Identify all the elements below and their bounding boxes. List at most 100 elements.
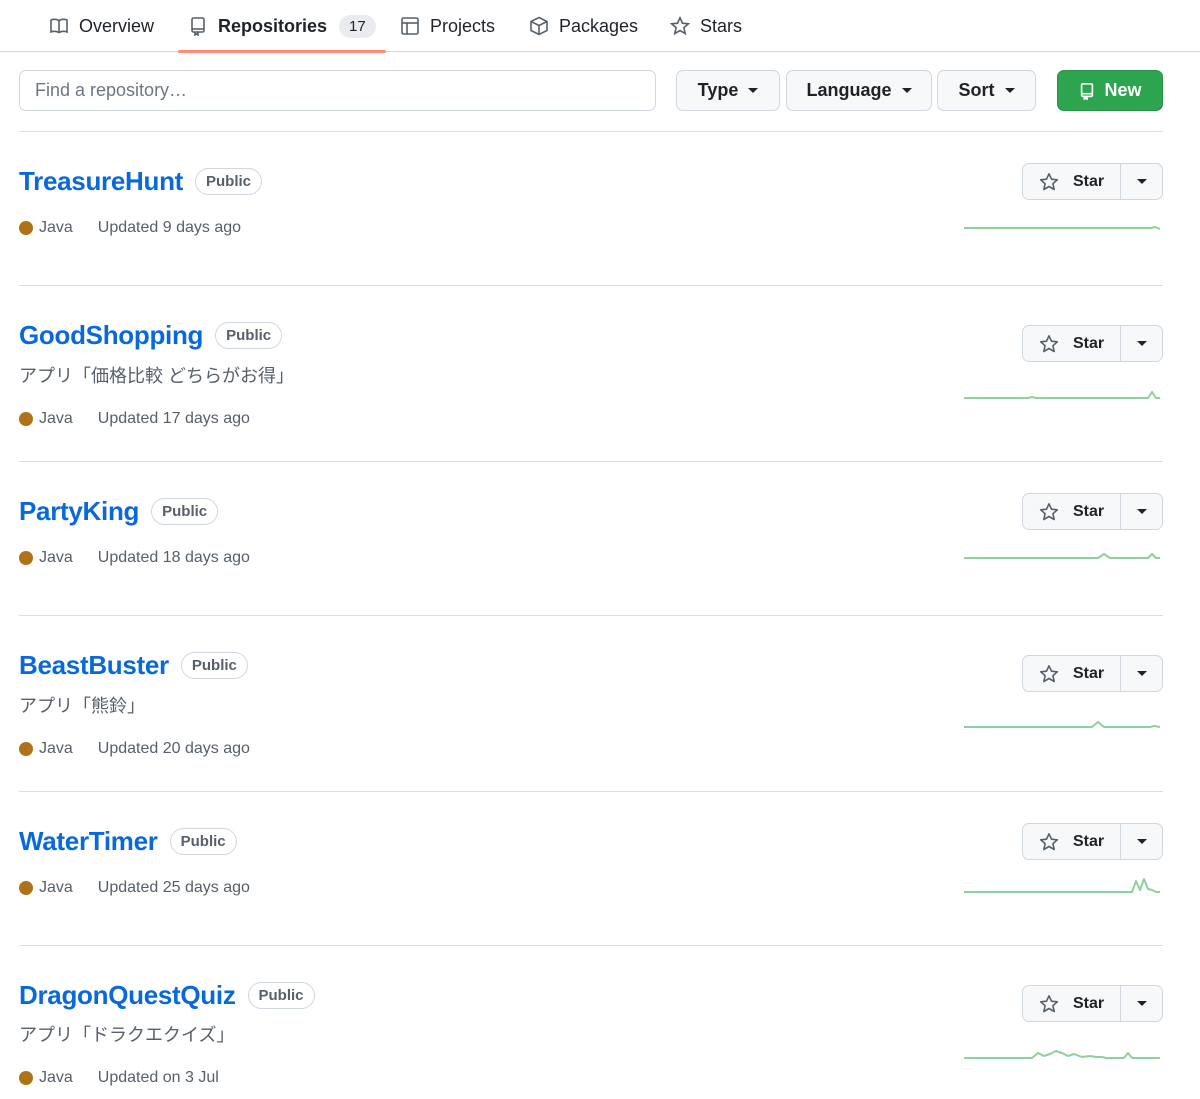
divider <box>19 615 1163 616</box>
divider <box>19 791 1163 792</box>
visibility-badge: Public <box>180 652 248 679</box>
star-list-dropdown-button[interactable] <box>1121 824 1162 859</box>
star-label: Star <box>1072 664 1105 682</box>
star-list-dropdown-button[interactable] <box>1121 326 1162 361</box>
repo-name-link[interactable]: TreasureHunt <box>19 166 183 197</box>
activity-sparkline <box>964 226 1161 230</box>
caret-down-icon <box>1136 839 1147 844</box>
language-color-dot <box>19 881 33 895</box>
caret-down-icon <box>1136 1001 1147 1006</box>
activity-sparkline <box>964 878 1160 893</box>
language-color-dot <box>19 742 33 756</box>
star-button-group: Star <box>1022 985 1163 1022</box>
repo-name-link[interactable]: WaterTimer <box>19 826 158 857</box>
language-color-dot <box>19 412 33 426</box>
divider <box>19 461 1163 462</box>
star-button-group: Star <box>1022 823 1163 860</box>
language-name: Java <box>39 1069 73 1086</box>
activity-sparkline <box>964 1050 1160 1059</box>
visibility-badge: Public <box>195 168 263 195</box>
repo-title-row: BeastBuster Public <box>19 650 248 681</box>
language-name: Java <box>39 549 73 566</box>
star-icon <box>1039 994 1059 1012</box>
repo-description: アプリ「ドラクエクイズ」 <box>19 1025 235 1045</box>
new-repository-button[interactable]: New <box>1057 70 1163 111</box>
new-button-label: New <box>1104 80 1142 100</box>
repo-name-link[interactable]: PartyKing <box>19 496 139 527</box>
star-label: Star <box>1072 502 1105 520</box>
star-button[interactable]: Star <box>1023 986 1121 1021</box>
language-filter-label: Language <box>806 80 892 100</box>
star-button[interactable]: Star <box>1023 824 1121 859</box>
star-list-dropdown-button[interactable] <box>1121 164 1162 199</box>
star-list-dropdown-button[interactable] <box>1121 656 1162 691</box>
table-icon <box>401 17 419 35</box>
visibility-badge: Public <box>169 828 237 855</box>
tab-stars[interactable]: Stars <box>670 0 742 52</box>
profile-tab-nav: Overview Repositories 17 Projects Packag… <box>0 0 1200 53</box>
repo-name-link[interactable]: GoodShopping <box>19 320 203 351</box>
divider <box>19 285 1163 286</box>
find-repository-input[interactable] <box>19 70 656 111</box>
star-button[interactable]: Star <box>1023 326 1121 361</box>
star-label: Star <box>1072 994 1105 1012</box>
star-button[interactable]: Star <box>1023 656 1121 691</box>
star-icon <box>1039 334 1059 352</box>
star-button-group: Star <box>1022 163 1163 200</box>
star-list-dropdown-button[interactable] <box>1121 494 1162 529</box>
tab-label: Projects <box>430 15 496 36</box>
star-icon <box>1039 664 1059 682</box>
sort-button[interactable]: Sort <box>937 70 1036 111</box>
visibility-badge: Public <box>151 498 219 525</box>
divider <box>19 945 1163 946</box>
tab-overview[interactable]: Overview <box>49 0 154 52</box>
star-button[interactable]: Star <box>1023 164 1121 199</box>
caret-down-icon <box>1136 179 1147 184</box>
tab-label: Overview <box>79 15 155 36</box>
language-name: Java <box>39 879 73 896</box>
star-label: Star <box>1072 172 1105 190</box>
repo-description: アプリ「熊鈴」 <box>19 696 145 716</box>
repo-name-link[interactable]: BeastBuster <box>19 650 169 681</box>
type-filter-label: Type <box>697 80 739 100</box>
star-button-group: Star <box>1022 493 1163 530</box>
star-button-group: Star <box>1022 655 1163 692</box>
language-filter-button[interactable]: Language <box>786 70 932 111</box>
repo-meta: Java Updated 20 days ago <box>19 740 250 758</box>
repo-title-row: TreasureHunt Public <box>19 166 263 197</box>
tab-projects[interactable]: Projects <box>400 0 495 52</box>
updated-time: Updated 20 days ago <box>97 740 250 757</box>
updated-time: Updated 18 days ago <box>97 549 250 566</box>
book-icon <box>50 18 68 34</box>
repo-icon <box>191 17 205 36</box>
language-name: Java <box>39 219 73 236</box>
updated-time: Updated on 3 Jul <box>97 1069 219 1086</box>
star-icon <box>1039 172 1059 190</box>
tab-label: Repositories <box>218 15 328 36</box>
repo-name-link[interactable]: DragonQuestQuiz <box>19 980 236 1011</box>
language-name: Java <box>39 410 73 427</box>
type-filter-button[interactable]: Type <box>676 70 780 111</box>
visibility-badge: Public <box>247 982 315 1009</box>
repo-meta: Java Updated 17 days ago <box>19 410 250 428</box>
star-button[interactable]: Star <box>1023 494 1121 529</box>
repo-title-row: DragonQuestQuiz Public <box>19 980 315 1011</box>
repo-count-badge: 17 <box>339 14 376 38</box>
star-list-dropdown-button[interactable] <box>1121 986 1162 1021</box>
star-label: Star <box>1072 832 1105 850</box>
visibility-badge: Public <box>215 322 283 349</box>
caret-down-icon <box>748 88 759 93</box>
language-color-dot <box>19 1071 33 1085</box>
repo-meta: Java Updated 18 days ago <box>19 549 250 567</box>
star-icon <box>1039 502 1059 520</box>
caret-down-icon <box>901 88 912 93</box>
tab-label: Stars <box>700 15 743 36</box>
package-icon <box>530 16 548 36</box>
tab-repositories[interactable]: Repositories 17 <box>178 0 386 53</box>
activity-sparkline <box>964 721 1161 728</box>
repo-meta: Java Updated 25 days ago <box>19 879 250 897</box>
sort-label: Sort <box>958 80 995 100</box>
tab-packages[interactable]: Packages <box>529 0 638 52</box>
repo-description: アプリ「価格比較 どちらがお得」 <box>19 366 294 386</box>
updated-time: Updated 17 days ago <box>97 410 250 427</box>
